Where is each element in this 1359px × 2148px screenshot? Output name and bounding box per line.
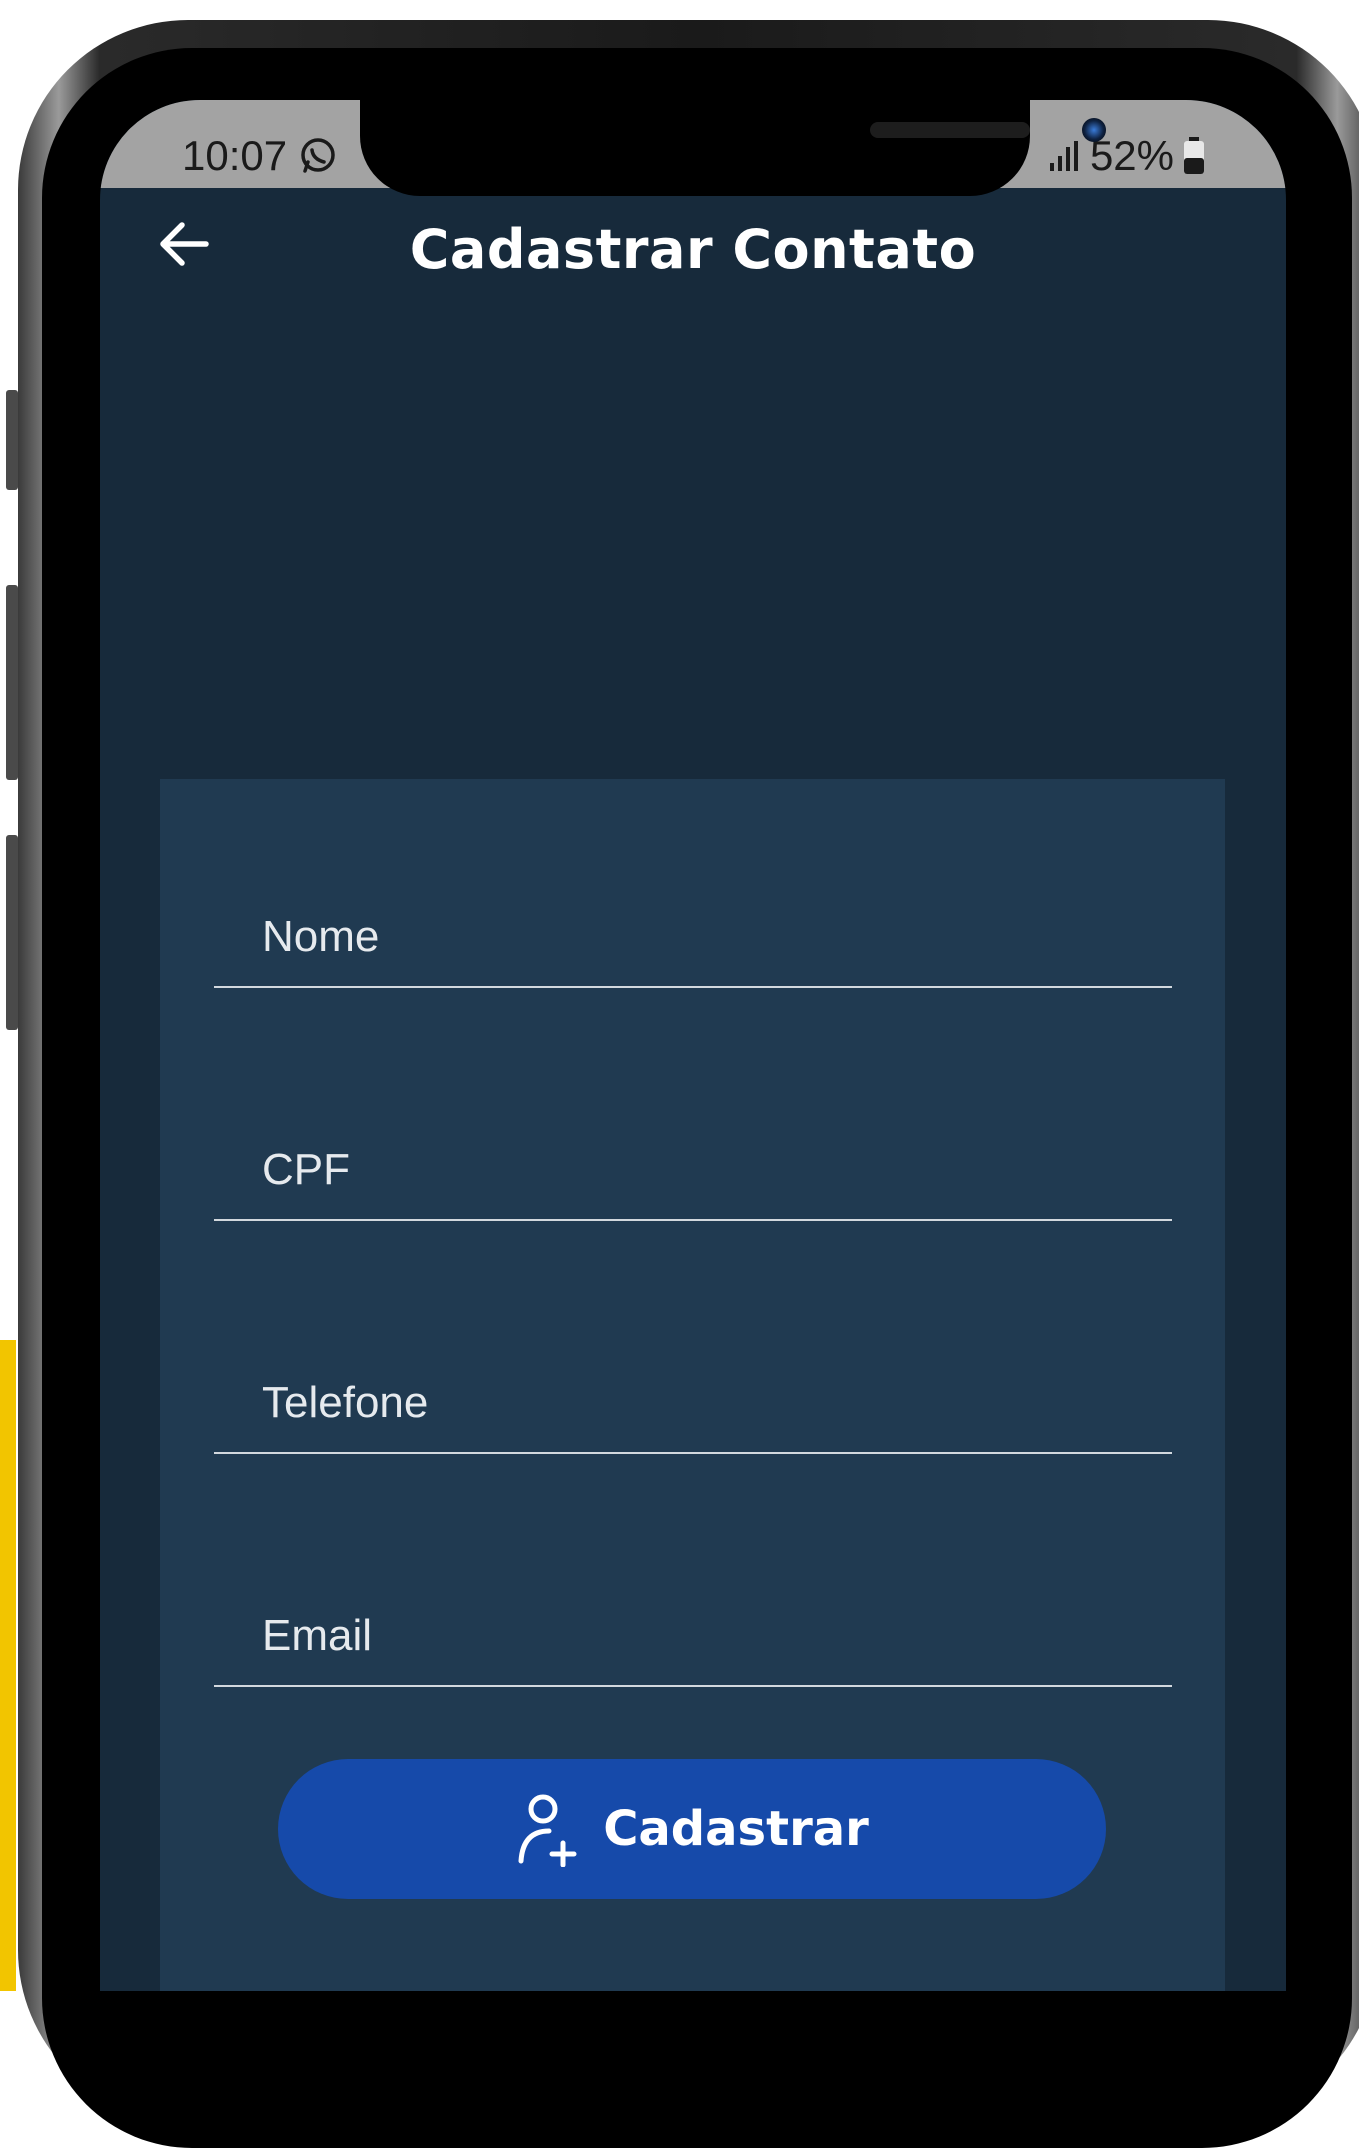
background-yellow-strip xyxy=(0,1340,16,1991)
phone-field-label: Telefone xyxy=(262,1378,429,1427)
email-field-label: Email xyxy=(262,1611,373,1660)
status-time: 10:07 xyxy=(182,132,288,179)
register-button[interactable]: Cadastrar xyxy=(278,1759,1106,1899)
camera-notch xyxy=(360,100,1106,196)
contact-form-card: Nome CPF Telefone Email Cadastrar xyxy=(160,779,1225,1991)
phone-field[interactable]: Telefone xyxy=(214,1352,1172,1454)
page-title: Cadastrar Contato xyxy=(409,218,977,281)
name-field[interactable]: Nome xyxy=(214,886,1172,988)
register-button-label: Cadastrar xyxy=(603,1801,869,1857)
name-field-label: Nome xyxy=(262,912,380,961)
cpf-field[interactable]: CPF xyxy=(214,1119,1172,1221)
phone-side-button xyxy=(6,835,18,1030)
email-field[interactable]: Email xyxy=(214,1585,1172,1687)
battery-icon xyxy=(1184,137,1204,174)
whatsapp-icon xyxy=(301,138,335,173)
app-bar: Cadastrar Contato xyxy=(100,188,1286,318)
signal-icon xyxy=(1049,141,1078,171)
battery-percent: 52% xyxy=(1089,132,1174,179)
earpiece-speaker xyxy=(870,122,1030,138)
phone-side-button xyxy=(6,585,18,780)
phone-side-button xyxy=(6,390,18,490)
front-camera xyxy=(1082,118,1106,142)
cpf-field-label: CPF xyxy=(262,1145,350,1194)
status-right-group: 52% xyxy=(1048,132,1206,180)
phone-screen: 10:07 52% Cadastrar Contato Nome CPF Tel… xyxy=(100,100,1286,1991)
person-add-icon xyxy=(518,1794,577,1867)
